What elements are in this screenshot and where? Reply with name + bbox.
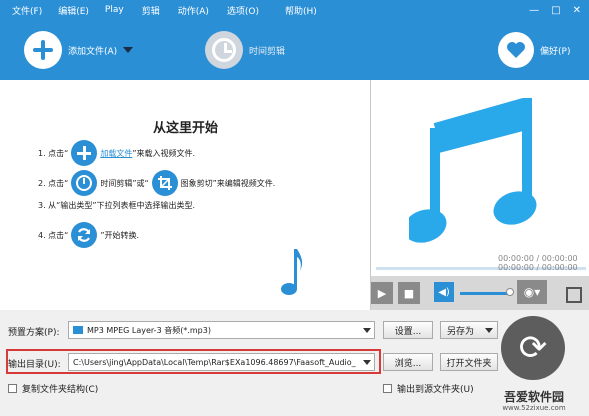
step-2: 2. 点击“ 时间剪辑”或“ 图象剪切”来编辑视频文件. [38, 170, 275, 196]
menu-help[interactable]: 帮助(H) [259, 4, 317, 17]
menu-action[interactable]: 动作(A) [160, 4, 209, 17]
copy-structure-option[interactable]: 复制文件夹结构(C) [8, 382, 98, 395]
audio-icon [73, 326, 83, 334]
menu-bar: 文件(F) 编辑(E) Play 剪辑 动作(A) 选项(O) 帮助(H) — … [0, 0, 589, 20]
toolbar: 添加文件(A) 时间剪辑 偏好(P) [0, 20, 589, 80]
output-to-source-checkbox[interactable] [383, 384, 392, 393]
dropdown-arrow-icon[interactable] [123, 47, 134, 53]
close-button[interactable]: ✕ [573, 5, 581, 16]
heart-icon [498, 32, 534, 68]
site-watermark: ⟳ 吾爱软件园 www.52zixue.com [479, 316, 589, 416]
time-readout-current: 00:00:00 / 00:00:00 [498, 263, 578, 272]
refresh-logo-icon: ⟳ [501, 316, 565, 380]
output-dir-label: 输出目录(U): [8, 360, 61, 370]
menu-file[interactable]: 文件(F) [0, 4, 42, 17]
menu-play[interactable]: Play [89, 5, 124, 15]
preferences-label: 偏好(P) [540, 46, 571, 57]
volume-slider-thumb[interactable] [506, 288, 514, 296]
chevron-down-icon [363, 328, 371, 333]
preset-select[interactable]: MP3 MPEG Layer-3 音频(*.mp3) [68, 321, 375, 339]
plus-icon [24, 31, 62, 69]
time-readout: 00:00:00 / 00:00:00 [498, 254, 578, 263]
settings-button[interactable]: 设置... [383, 321, 433, 339]
window-controls: — □ ✕ [529, 5, 589, 16]
fullscreen-button[interactable] [566, 287, 582, 303]
minimize-button[interactable]: — [529, 5, 539, 16]
step-4: 4. 点击“ ”开始转换. [38, 222, 139, 248]
play-icon: ▶ [377, 286, 387, 300]
music-note-icon [280, 245, 304, 300]
volume-slider[interactable] [460, 292, 510, 295]
output-to-source-option[interactable]: 输出到源文件夹(U) [383, 382, 474, 395]
watermark-name: 吾爱软件园 [503, 390, 564, 404]
start-title: 从这里开始 [152, 121, 218, 136]
step-3: 3. 从“输出类型”下拉列表框中选择输出类型. [38, 201, 196, 210]
clock-icon [205, 31, 243, 69]
step-1: 1. 点击“ 加载文件 ”来载入视频文件. [38, 140, 195, 166]
volume-icon[interactable]: ◀) [434, 282, 454, 302]
video-preview [371, 80, 589, 266]
menu-edit[interactable]: 编辑(E) [42, 4, 89, 17]
play-button[interactable]: ▶ [371, 282, 393, 304]
clock-icon [71, 170, 98, 196]
plus-icon [71, 140, 98, 166]
crop-icon [151, 170, 178, 196]
menu-options[interactable]: 选项(O) [209, 4, 259, 17]
watermark-url: www.52zixue.com [502, 404, 566, 412]
convert-icon [71, 222, 98, 248]
stop-button[interactable]: ■ [398, 282, 420, 304]
preferences-button[interactable]: 偏好(P) [498, 32, 570, 68]
stop-icon: ■ [403, 286, 415, 300]
add-file-label: 添加文件(A) [68, 46, 118, 57]
time-trim-button[interactable]: 时间剪辑 [205, 31, 285, 69]
browse-button[interactable]: 浏览... [383, 353, 433, 371]
add-file-button[interactable]: 添加文件(A) [24, 31, 134, 69]
menu-clip[interactable]: 剪辑 [124, 4, 160, 17]
output-dir-select[interactable]: C:\Users\jing\AppData\Local\Temp\Rar$EXa… [68, 353, 375, 371]
chevron-down-icon [363, 360, 371, 365]
maximize-button[interactable]: □ [551, 5, 560, 16]
time-trim-label: 时间剪辑 [249, 46, 286, 57]
snapshot-button[interactable]: ◉▾ [517, 280, 547, 304]
preset-label: 预置方案(P): [8, 328, 60, 338]
camera-icon: ◉▾ [523, 285, 541, 299]
copy-structure-checkbox[interactable] [8, 384, 17, 393]
load-file-link[interactable]: 加载文件 [100, 148, 132, 159]
large-music-note-icon [409, 98, 537, 243]
